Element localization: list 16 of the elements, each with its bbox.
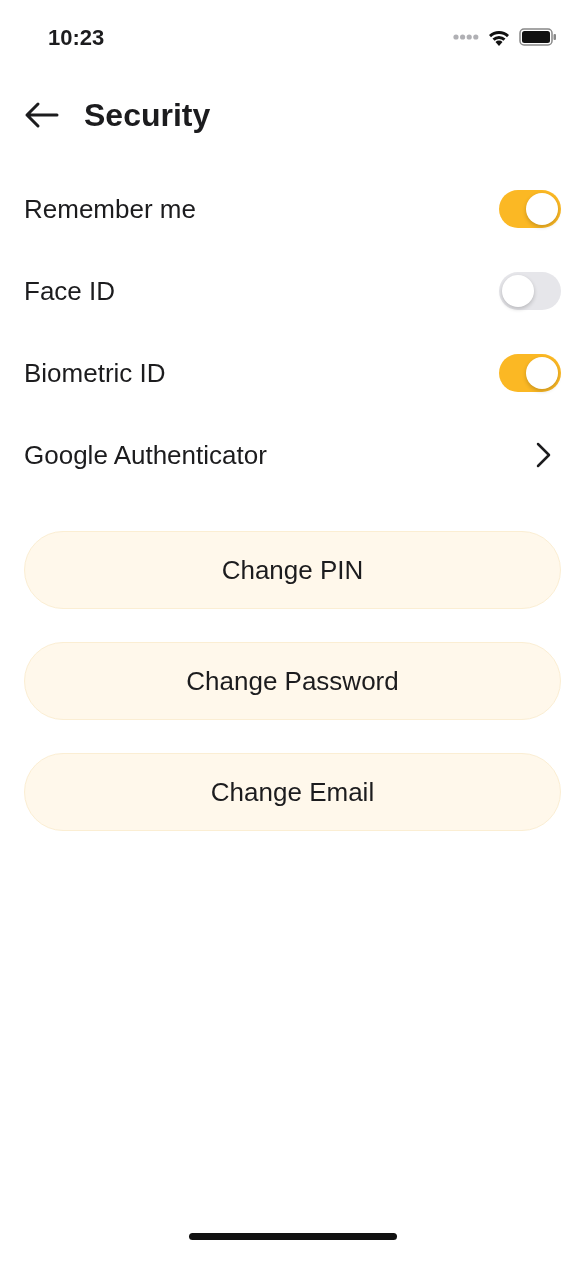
toggle-switch[interactable] [499,354,561,392]
toggle-switch[interactable] [499,190,561,228]
setting-label: Face ID [24,274,116,308]
action-button[interactable]: Change Password [24,642,561,720]
page-title: Security [84,96,211,135]
status-time: 10:23 [48,23,105,52]
wifi-icon [487,28,511,46]
setting-label: Biometric ID [24,356,166,390]
action-button[interactable]: Change PIN [24,531,561,609]
setting-label: Remember me [24,192,196,226]
action-button[interactable]: Change Email [24,753,561,831]
toggle-switch[interactable] [499,272,561,310]
battery-icon [519,28,557,46]
chevron-right-icon[interactable] [535,442,551,468]
signal-icon [453,34,479,40]
setting-label: Google Authenticator [24,438,267,472]
